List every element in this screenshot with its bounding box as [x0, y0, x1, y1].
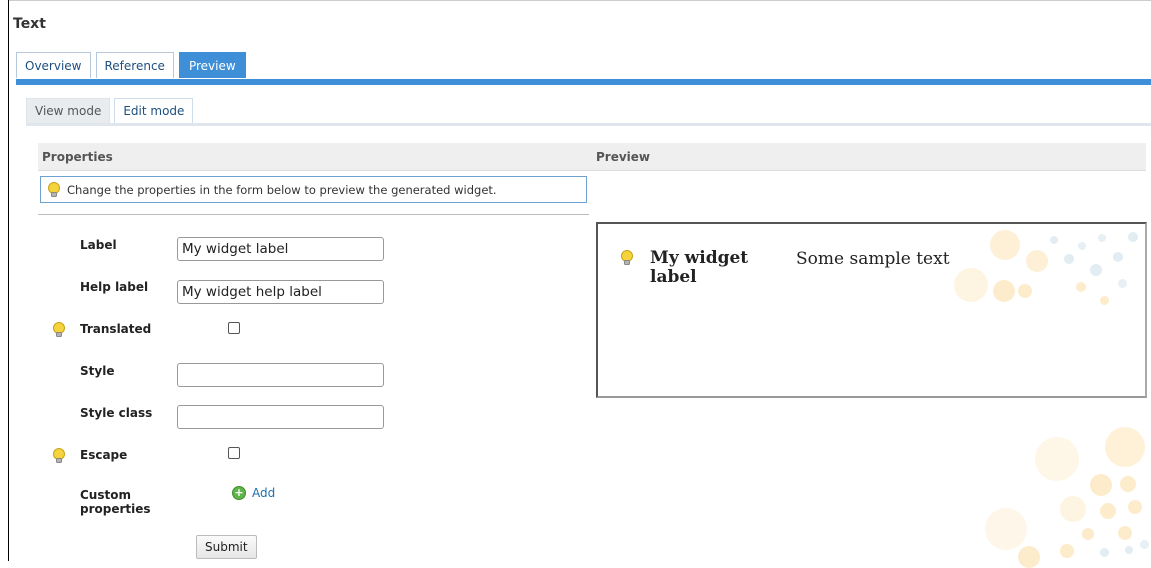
field-label-custom-properties: Custom properties	[80, 488, 151, 516]
section-header-bar: Properties Preview	[38, 143, 1146, 171]
window-top-border	[8, 0, 1151, 1]
preview-widget-text: Some sample text	[796, 249, 950, 269]
properties-heading: Properties	[42, 150, 113, 164]
add-custom-property-button[interactable]: + Add	[232, 486, 275, 500]
tab-reference[interactable]: Reference	[95, 52, 174, 78]
help-label-input[interactable]	[177, 280, 384, 304]
lightbulb-icon	[620, 250, 634, 269]
window-left-border	[8, 0, 9, 561]
main-tabs: Overview Reference Preview	[16, 52, 246, 78]
info-message: Change the properties in the form below …	[40, 176, 587, 203]
info-text: Change the properties in the form below …	[67, 182, 497, 197]
widget-preview-panel: My widget label Some sample text	[596, 222, 1147, 398]
tab-overview[interactable]: Overview	[16, 52, 91, 78]
add-label: Add	[252, 486, 276, 500]
mode-tabs-underline	[26, 123, 1151, 126]
style-input[interactable]	[177, 363, 384, 387]
field-label-escape: Escape	[80, 448, 128, 462]
preview-widget-label: My widget label	[650, 248, 749, 287]
lightbulb-icon	[52, 322, 66, 338]
label-input[interactable]	[177, 237, 384, 261]
style-class-input[interactable]	[177, 405, 384, 429]
page-title: Text	[13, 16, 46, 32]
lightbulb-icon	[52, 448, 66, 464]
submit-button[interactable]: Submit	[196, 535, 257, 559]
tabs-underline	[16, 79, 1151, 85]
form-divider	[38, 214, 589, 215]
mode-tabs: View mode Edit mode	[26, 98, 194, 123]
add-circle-icon: +	[232, 486, 246, 500]
escape-checkbox[interactable]	[228, 447, 240, 459]
tab-preview[interactable]: Preview	[178, 52, 246, 78]
tab-view-mode[interactable]: View mode	[26, 98, 111, 123]
preview-heading: Preview	[596, 150, 651, 164]
tab-edit-mode[interactable]: Edit mode	[114, 98, 194, 123]
lightbulb-icon	[47, 181, 61, 198]
translated-checkbox[interactable]	[228, 322, 240, 334]
field-label-translated: Translated	[80, 322, 152, 336]
